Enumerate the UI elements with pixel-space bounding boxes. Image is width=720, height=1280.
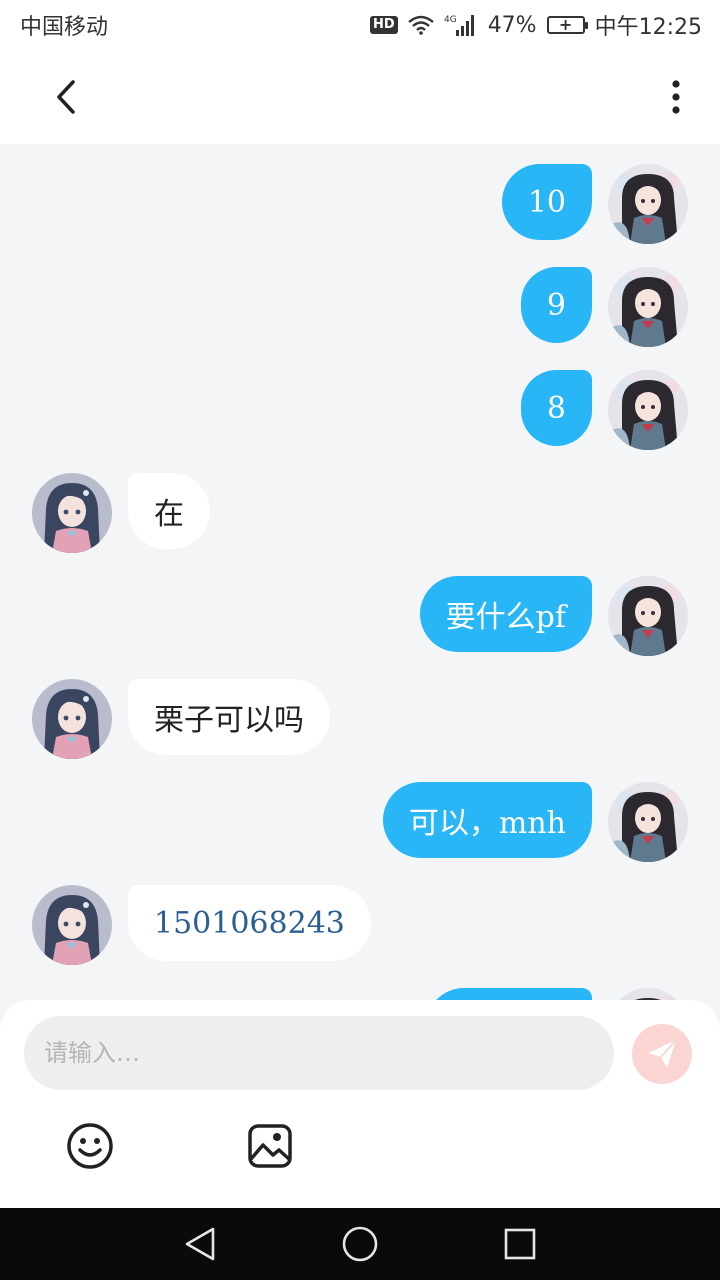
received-message-bubble[interactable]: 在	[128, 473, 210, 549]
sent-message-bubble[interactable]: 可以，mnh	[382, 782, 592, 858]
carrier-label: 中国移动	[20, 15, 109, 40]
system-back-button[interactable]	[178, 1222, 222, 1266]
vertical-dots-icon	[672, 80, 680, 114]
system-navigation-bar	[0, 1208, 720, 1280]
network-type-label: 4G	[444, 15, 457, 25]
send-button[interactable]	[632, 1024, 692, 1084]
hd-badge: HD	[370, 16, 398, 34]
message-row-sent: 9	[0, 267, 720, 347]
my-avatar[interactable]	[608, 164, 688, 244]
chat-header	[0, 50, 720, 144]
clock: 中午12:25	[594, 15, 702, 40]
image-icon	[248, 1124, 292, 1168]
square-recents-icon	[504, 1228, 536, 1260]
message-row-sent: 要什么pf	[0, 576, 720, 656]
sent-message-bubble[interactable]: 10	[501, 164, 592, 240]
sent-message-bubble[interactable]: 要什么pf	[419, 576, 592, 652]
contact-avatar[interactable]	[32, 885, 112, 965]
status-bar: 中国移动 HD 4G 47% + 中午12:25	[0, 0, 720, 50]
message-row-received: 1501068243	[0, 885, 720, 965]
message-row-sent: 8	[0, 370, 720, 450]
received-message-bubble[interactable]: 栗子可以吗	[128, 679, 330, 755]
chat-message-list[interactable]: 10 9 8 在 要什么pf 栗子可以吗 可以，mnh 1501068243	[0, 144, 720, 1004]
more-options-button[interactable]	[658, 72, 694, 122]
paper-plane-icon	[648, 1039, 677, 1068]
system-recents-button[interactable]	[498, 1222, 542, 1266]
message-composer	[0, 1000, 720, 1208]
chevron-left-icon	[57, 80, 75, 114]
image-picker-button[interactable]	[244, 1120, 296, 1172]
back-button[interactable]	[42, 72, 88, 122]
emoji-button[interactable]	[64, 1120, 116, 1172]
message-input[interactable]	[24, 1016, 614, 1090]
triangle-back-icon	[185, 1227, 215, 1261]
battery-percent: 47%	[487, 12, 537, 38]
contact-avatar[interactable]	[32, 679, 112, 759]
sent-message-bubble[interactable]: 9	[520, 267, 592, 343]
sent-message-bubble[interactable]: 8	[520, 370, 592, 446]
system-home-button[interactable]	[338, 1222, 382, 1266]
smiley-icon	[67, 1123, 113, 1169]
circle-home-icon	[342, 1226, 378, 1262]
my-avatar[interactable]	[608, 782, 688, 862]
message-row-sent: 可以，mnh	[0, 782, 720, 862]
received-message-bubble[interactable]: 1501068243	[128, 885, 371, 961]
wifi-icon	[407, 15, 434, 35]
my-avatar[interactable]	[608, 370, 688, 450]
signal-icon: 4G	[444, 13, 478, 37]
message-row-received: 栗子可以吗	[0, 679, 720, 759]
my-avatar[interactable]	[608, 267, 688, 347]
status-icons: HD 4G 47% + 中午12:25	[370, 9, 702, 41]
message-row-sent: 10	[0, 164, 720, 244]
contact-avatar[interactable]	[32, 473, 112, 553]
message-row-received: 在	[0, 473, 720, 553]
battery-icon: +	[546, 16, 588, 34]
my-avatar[interactable]	[608, 576, 688, 656]
